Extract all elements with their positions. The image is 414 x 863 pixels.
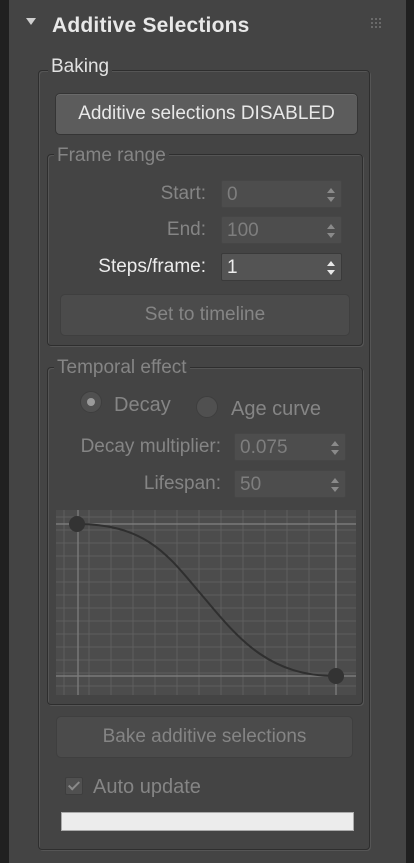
age-curve-radio-label[interactable]: Age curve xyxy=(231,398,321,420)
baking-group-label: Baking xyxy=(48,56,113,78)
lifespan-spinner[interactable]: 50 xyxy=(234,470,346,498)
start-label: Start: xyxy=(160,183,206,204)
frame-range-group-label: Frame range xyxy=(54,145,169,167)
temporal-effect-group-label: Temporal effect xyxy=(54,357,190,379)
decay-multiplier-value[interactable]: 0.075 xyxy=(240,437,288,459)
auto-update-label[interactable]: Auto update xyxy=(93,776,201,798)
spinner-arrows-icon[interactable] xyxy=(327,261,335,275)
additive-selections-toggle-button[interactable]: Additive selections DISABLED xyxy=(55,93,358,135)
spinner-arrows-icon[interactable] xyxy=(327,224,335,238)
age-curve-radio[interactable] xyxy=(196,396,218,418)
collapse-arrow-icon[interactable] xyxy=(26,18,36,25)
curve-end-handle[interactable] xyxy=(328,668,344,684)
end-spinner[interactable]: 100 xyxy=(221,216,342,244)
rollout-title: Additive Selections xyxy=(52,14,250,37)
start-value[interactable]: 0 xyxy=(227,184,238,206)
spinner-arrows-icon[interactable] xyxy=(327,188,335,202)
set-to-timeline-button[interactable]: Set to timeline xyxy=(60,294,350,336)
lifespan-label: Lifespan: xyxy=(143,473,221,494)
viewport-edge-left xyxy=(0,0,9,863)
decay-radio[interactable] xyxy=(80,391,102,413)
decay-multiplier-spinner[interactable]: 0.075 xyxy=(234,433,346,461)
spinner-arrows-icon[interactable] xyxy=(331,441,339,455)
decay-radio-label[interactable]: Decay xyxy=(114,394,171,416)
drag-grip-icon[interactable] xyxy=(371,18,383,30)
steps-per-frame-value[interactable]: 1 xyxy=(227,257,238,279)
spinner-arrows-icon[interactable] xyxy=(331,478,339,492)
rollout-header[interactable]: Additive Selections xyxy=(9,6,406,48)
end-value[interactable]: 100 xyxy=(227,220,259,242)
steps-per-frame-spinner[interactable]: 1 xyxy=(221,253,342,281)
progress-bar xyxy=(61,812,354,831)
curve-start-handle[interactable] xyxy=(69,516,85,532)
start-spinner[interactable]: 0 xyxy=(221,180,342,208)
end-label: End: xyxy=(166,219,206,240)
check-mark-icon xyxy=(67,778,81,791)
decay-curve-svg xyxy=(56,510,356,695)
steps-per-frame-label: Steps/frame: xyxy=(98,256,206,277)
viewport-edge-right xyxy=(406,0,414,863)
decay-curve-graph[interactable] xyxy=(56,510,356,695)
lifespan-value[interactable]: 50 xyxy=(240,474,261,496)
auto-update-checkbox[interactable] xyxy=(65,777,83,795)
bake-additive-selections-button[interactable]: Bake additive selections xyxy=(56,716,353,758)
decay-multiplier-label: Decay multiplier: xyxy=(80,436,221,457)
